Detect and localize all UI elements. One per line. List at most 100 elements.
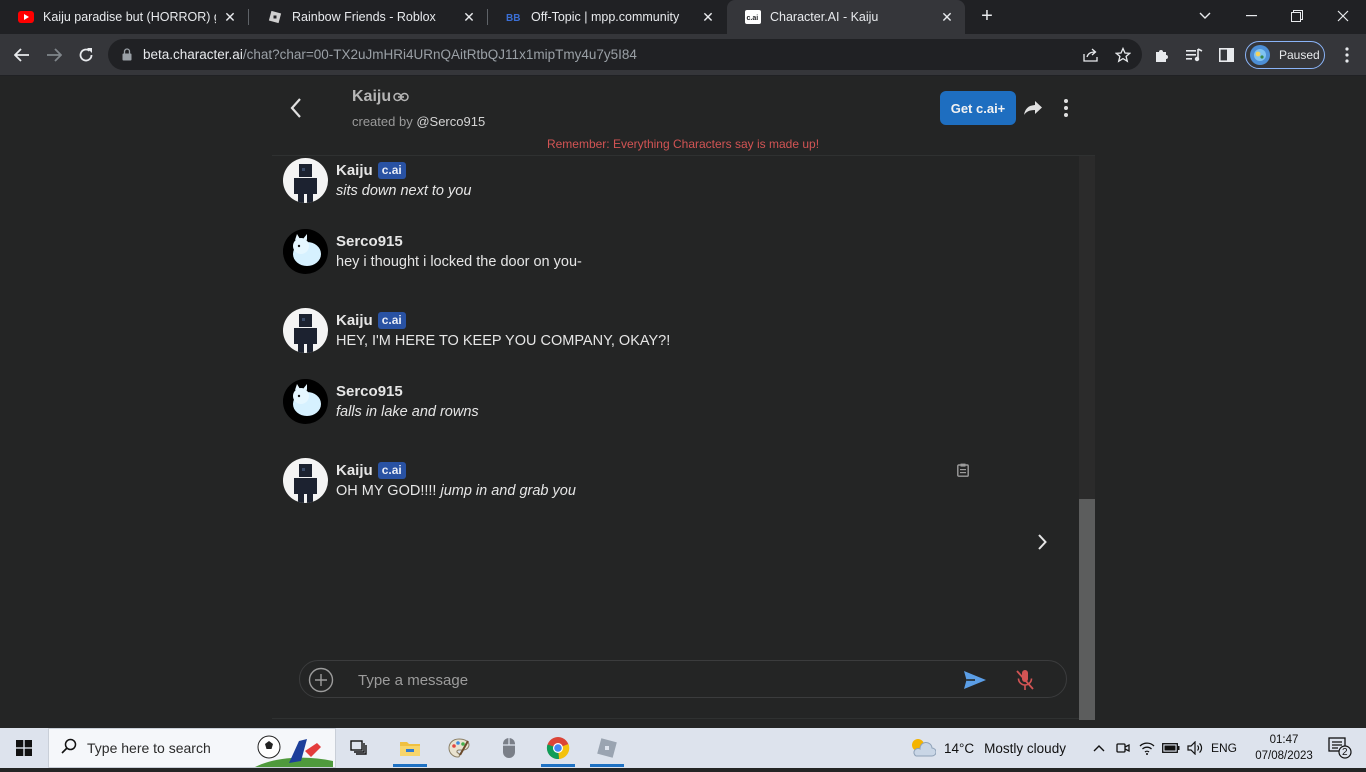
creator-link[interactable]: @Serco915	[416, 114, 485, 129]
roblox-app-icon[interactable]	[584, 728, 630, 768]
url-domain: beta.character.ai	[143, 47, 243, 62]
kaiju-avatar[interactable]	[283, 308, 328, 353]
chat-messages-area[interactable]: Kaiju c.ai sits down next to you Serco91…	[272, 155, 1095, 720]
tab-title: Off-Topic | mpp.community	[531, 10, 680, 24]
message-body: Kaiju c.ai OH MY GOD!!!! jump in and gra…	[336, 460, 576, 503]
paint-icon[interactable]	[436, 728, 482, 768]
url-text: beta.character.ai/chat?char=00-TX2uJmHRi…	[143, 47, 637, 62]
lock-icon[interactable]	[120, 48, 134, 62]
serco-avatar[interactable]	[283, 379, 328, 424]
windows-start-icon[interactable]	[0, 728, 48, 768]
kaiju-avatar[interactable]	[283, 458, 328, 503]
cai-badge: c.ai	[377, 311, 406, 329]
taskbar-search-box[interactable]: Type here to search	[48, 728, 336, 768]
close-tab-icon[interactable]: ✕	[222, 9, 238, 25]
message-header: Serco915	[336, 231, 582, 251]
message-text-italic: sits down next to you	[336, 183, 472, 199]
partly-cloudy-icon	[908, 736, 937, 761]
share-page-icon[interactable]	[1077, 41, 1105, 69]
message-header: Kaiju c.ai	[336, 460, 576, 480]
task-view-icon[interactable]	[336, 728, 382, 768]
clock-time: 01:47	[1269, 734, 1299, 746]
browser-menu-icon[interactable]	[1333, 41, 1361, 69]
serco-avatar[interactable]	[283, 229, 328, 274]
message-row: Kaiju c.ai OH MY GOD!!!! jump in and gra…	[283, 458, 576, 503]
restore-button[interactable]	[1274, 0, 1320, 32]
message-author: Serco915	[336, 382, 403, 400]
bookmark-star-icon[interactable]	[1109, 41, 1137, 69]
tab-character-ai[interactable]: c.ai Character.AI - Kaiju ✕	[727, 0, 965, 34]
weather-widget[interactable]: 14°C Mostly cloudy	[908, 728, 1066, 768]
cai-badge: c.ai	[377, 161, 406, 179]
kaiju-avatar[interactable]	[283, 158, 328, 203]
tab-roblox[interactable]: Rainbow Friends - Roblox ✕	[249, 0, 487, 34]
tab-title: Kaiju paradise but (HORROR) game	[43, 10, 216, 24]
meet-now-icon[interactable]	[1112, 728, 1134, 768]
message-author: Kaiju	[336, 461, 373, 479]
extensions-puzzle-icon[interactable]	[1148, 41, 1176, 69]
chrome-icon[interactable]	[535, 728, 581, 768]
battery-icon[interactable]	[1160, 728, 1182, 768]
message-text-plain: OH MY GOD!!!!	[336, 483, 441, 499]
address-bar[interactable]: beta.character.ai/chat?char=00-TX2uJmHRi…	[108, 39, 1142, 70]
add-circle-icon[interactable]	[308, 667, 334, 693]
search-icon	[61, 738, 77, 759]
message-header: Kaiju c.ai	[336, 310, 670, 330]
tab-mpp[interactable]: BB Off-Topic | mpp.community ✕	[488, 0, 726, 34]
forward-arrow-icon[interactable]	[40, 41, 68, 69]
close-tab-icon[interactable]: ✕	[700, 9, 716, 25]
system-clock[interactable]: 01:47 07/08/2023	[1246, 732, 1322, 764]
link-icon[interactable]	[393, 92, 409, 102]
svg-text:c.ai: c.ai	[747, 15, 759, 22]
more-options-icon[interactable]	[1056, 97, 1076, 119]
wifi-icon[interactable]	[1136, 728, 1158, 768]
message-text: hey i thought i locked the door on you-	[336, 254, 582, 270]
message-row: Kaiju c.ai HEY, I'M HERE TO KEEP YOU COM…	[283, 308, 670, 353]
clipboard-icon[interactable]	[955, 462, 971, 478]
browser-toolbar: beta.character.ai/chat?char=00-TX2uJmHRi…	[0, 34, 1366, 76]
profile-paused-button[interactable]: Paused	[1245, 41, 1325, 69]
message-input[interactable]	[358, 668, 938, 692]
notification-center-icon[interactable]: 2	[1320, 728, 1360, 768]
svg-text:BB: BB	[506, 13, 520, 23]
chat-scrollbar[interactable]	[1079, 156, 1095, 720]
back-chevron-icon[interactable]	[283, 95, 309, 121]
next-response-chevron-icon[interactable]	[1030, 530, 1054, 554]
reload-icon[interactable]	[72, 41, 100, 69]
share-arrow-icon[interactable]	[1021, 97, 1045, 119]
mpp-icon: BB	[506, 9, 522, 25]
show-hidden-icons-chevron-icon[interactable]	[1088, 728, 1110, 768]
message-header: Serco915	[336, 381, 479, 401]
windows-taskbar: Type here to search 14°C Mostly cloudy E…	[0, 728, 1366, 768]
back-arrow-icon[interactable]	[8, 41, 36, 69]
scrollbar-thumb[interactable]	[1079, 499, 1095, 720]
message-row: Serco915 falls in lake and rowns	[283, 379, 479, 424]
close-window-button[interactable]	[1320, 0, 1366, 32]
message-text: sits down next to you	[336, 183, 471, 199]
roblox-icon	[267, 9, 283, 25]
file-explorer-icon[interactable]	[387, 728, 433, 768]
message-header: Kaiju c.ai	[336, 160, 471, 180]
chat-page: Kaiju created by @Serco915 Get c.ai+ Rem…	[0, 77, 1366, 728]
language-indicator[interactable]: ENG	[1208, 728, 1240, 768]
close-tab-icon[interactable]: ✕	[939, 9, 955, 25]
tab-youtube[interactable]: Kaiju paradise but (HORROR) game ✕	[0, 0, 248, 34]
send-icon[interactable]	[962, 668, 988, 692]
search-highlight-soccer-icon[interactable]	[255, 731, 333, 767]
close-tab-icon[interactable]: ✕	[461, 9, 477, 25]
message-author: Serco915	[336, 232, 403, 250]
side-panel-icon[interactable]	[1212, 41, 1240, 69]
character-name[interactable]: Kaiju	[352, 88, 409, 106]
mouse-app-icon[interactable]	[486, 728, 532, 768]
media-playlist-icon[interactable]	[1180, 41, 1208, 69]
profile-avatar-icon	[1250, 45, 1270, 65]
message-text-plain: HEY, I'M HERE TO KEEP YOU COMPANY, OKAY?…	[336, 333, 671, 349]
minimize-button[interactable]	[1228, 0, 1274, 32]
volume-icon[interactable]	[1184, 728, 1206, 768]
weather-temperature: 14°C	[944, 740, 975, 756]
new-tab-button[interactable]: +	[976, 5, 998, 27]
mic-muted-icon[interactable]	[1014, 668, 1036, 692]
message-row: Serco915 hey i thought i locked the door…	[283, 229, 582, 274]
get-cai-plus-button[interactable]: Get c.ai+	[940, 91, 1016, 125]
tab-search-chevron-icon[interactable]	[1182, 0, 1228, 32]
